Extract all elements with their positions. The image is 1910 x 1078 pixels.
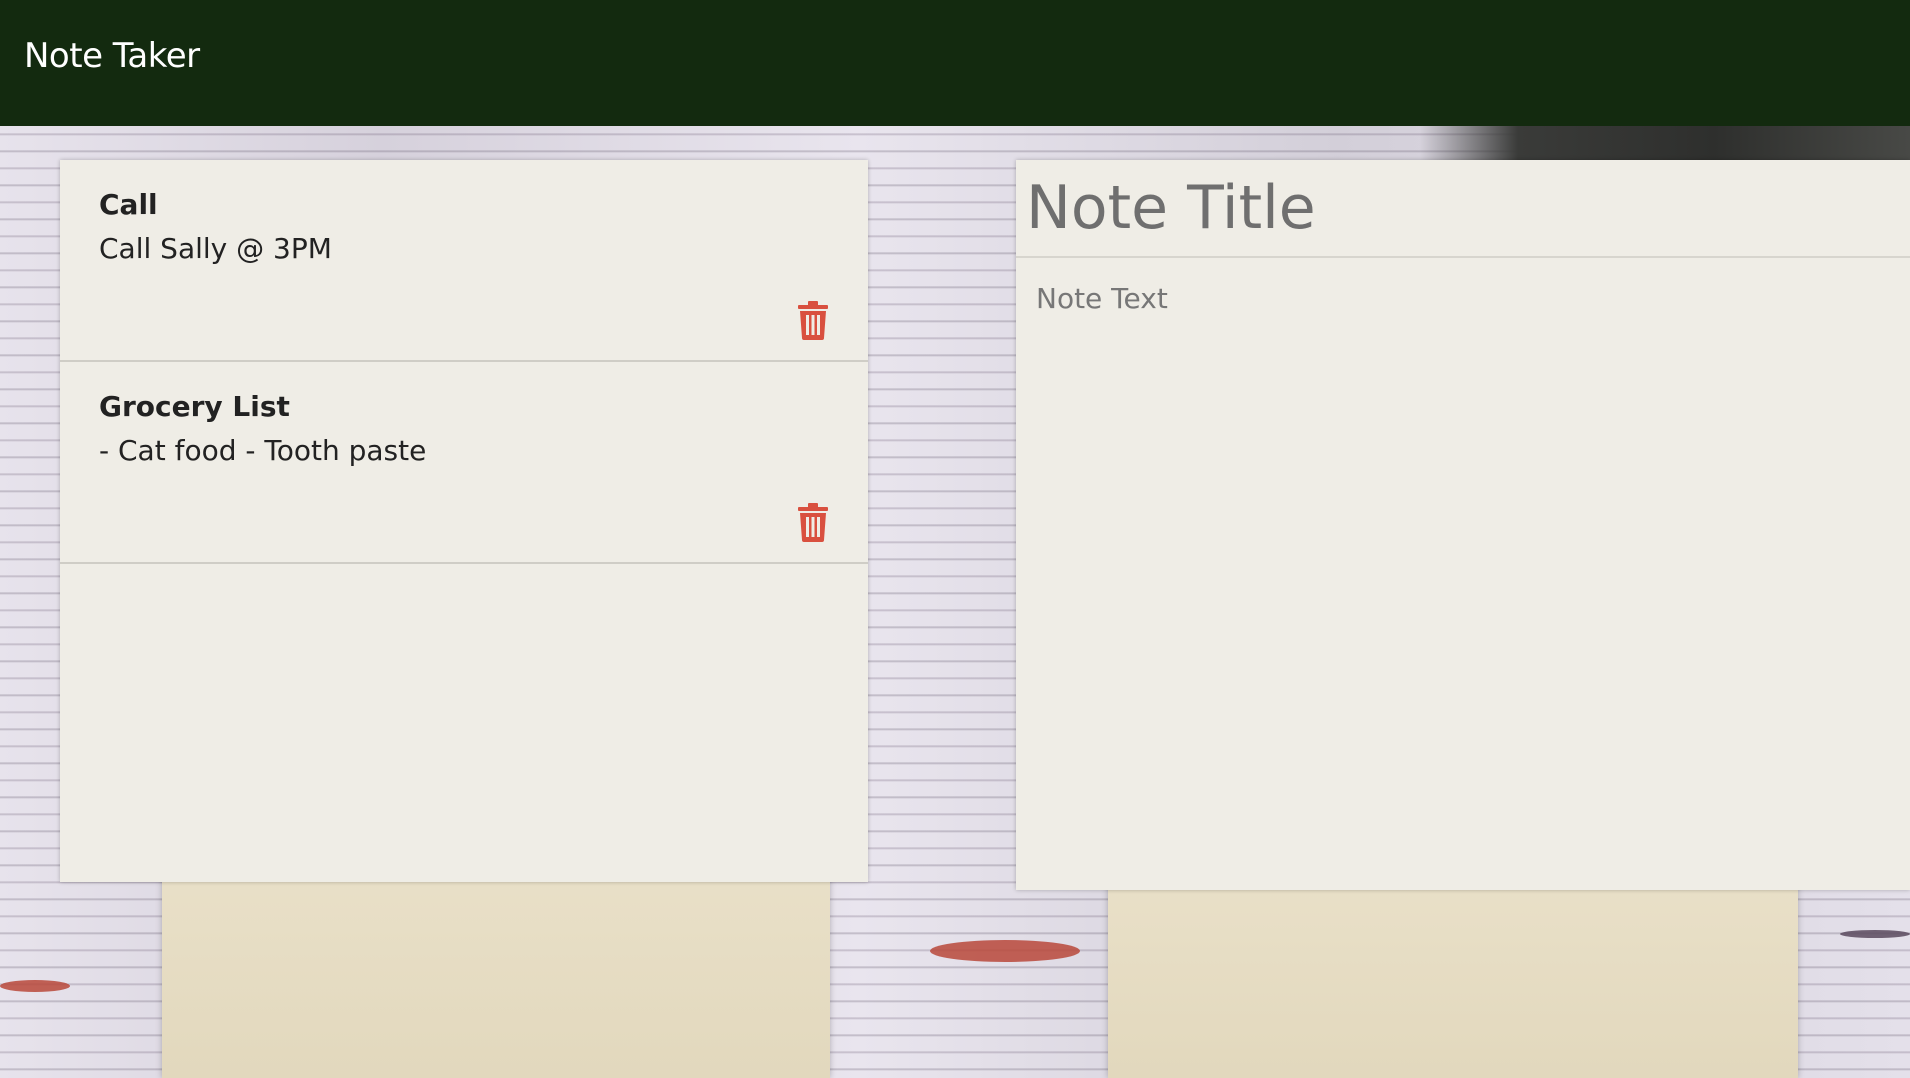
list-item[interactable]: Call Call Sally @ 3PM [60, 160, 868, 362]
note-title-input[interactable] [1016, 160, 1910, 258]
background-paint-crack [0, 980, 70, 992]
navbar: Note Taker [0, 0, 1910, 126]
note-item-title: Grocery List [99, 390, 290, 423]
delete-note-button[interactable] [796, 502, 830, 542]
background-paint-crack [1840, 930, 1910, 938]
background-paper [1108, 880, 1798, 1078]
note-text-textarea[interactable] [1016, 258, 1910, 890]
delete-note-button[interactable] [796, 300, 830, 340]
note-editor [1016, 160, 1910, 890]
background-paint-crack [930, 940, 1080, 962]
brand-title[interactable]: Note Taker [24, 36, 200, 76]
list-item[interactable]: Grocery List - Cat food - Tooth paste [60, 362, 868, 564]
note-item-title: Call [99, 188, 158, 221]
note-item-text: Call Sally @ 3PM [99, 232, 332, 265]
background-paper [162, 870, 830, 1078]
trash-icon [798, 301, 828, 340]
note-item-text: - Cat food - Tooth paste [99, 434, 427, 467]
notes-list: Call Call Sally @ 3PM Grocery List - Cat… [60, 160, 868, 882]
background-texture-dark-area [1420, 126, 1910, 160]
trash-icon [798, 503, 828, 542]
